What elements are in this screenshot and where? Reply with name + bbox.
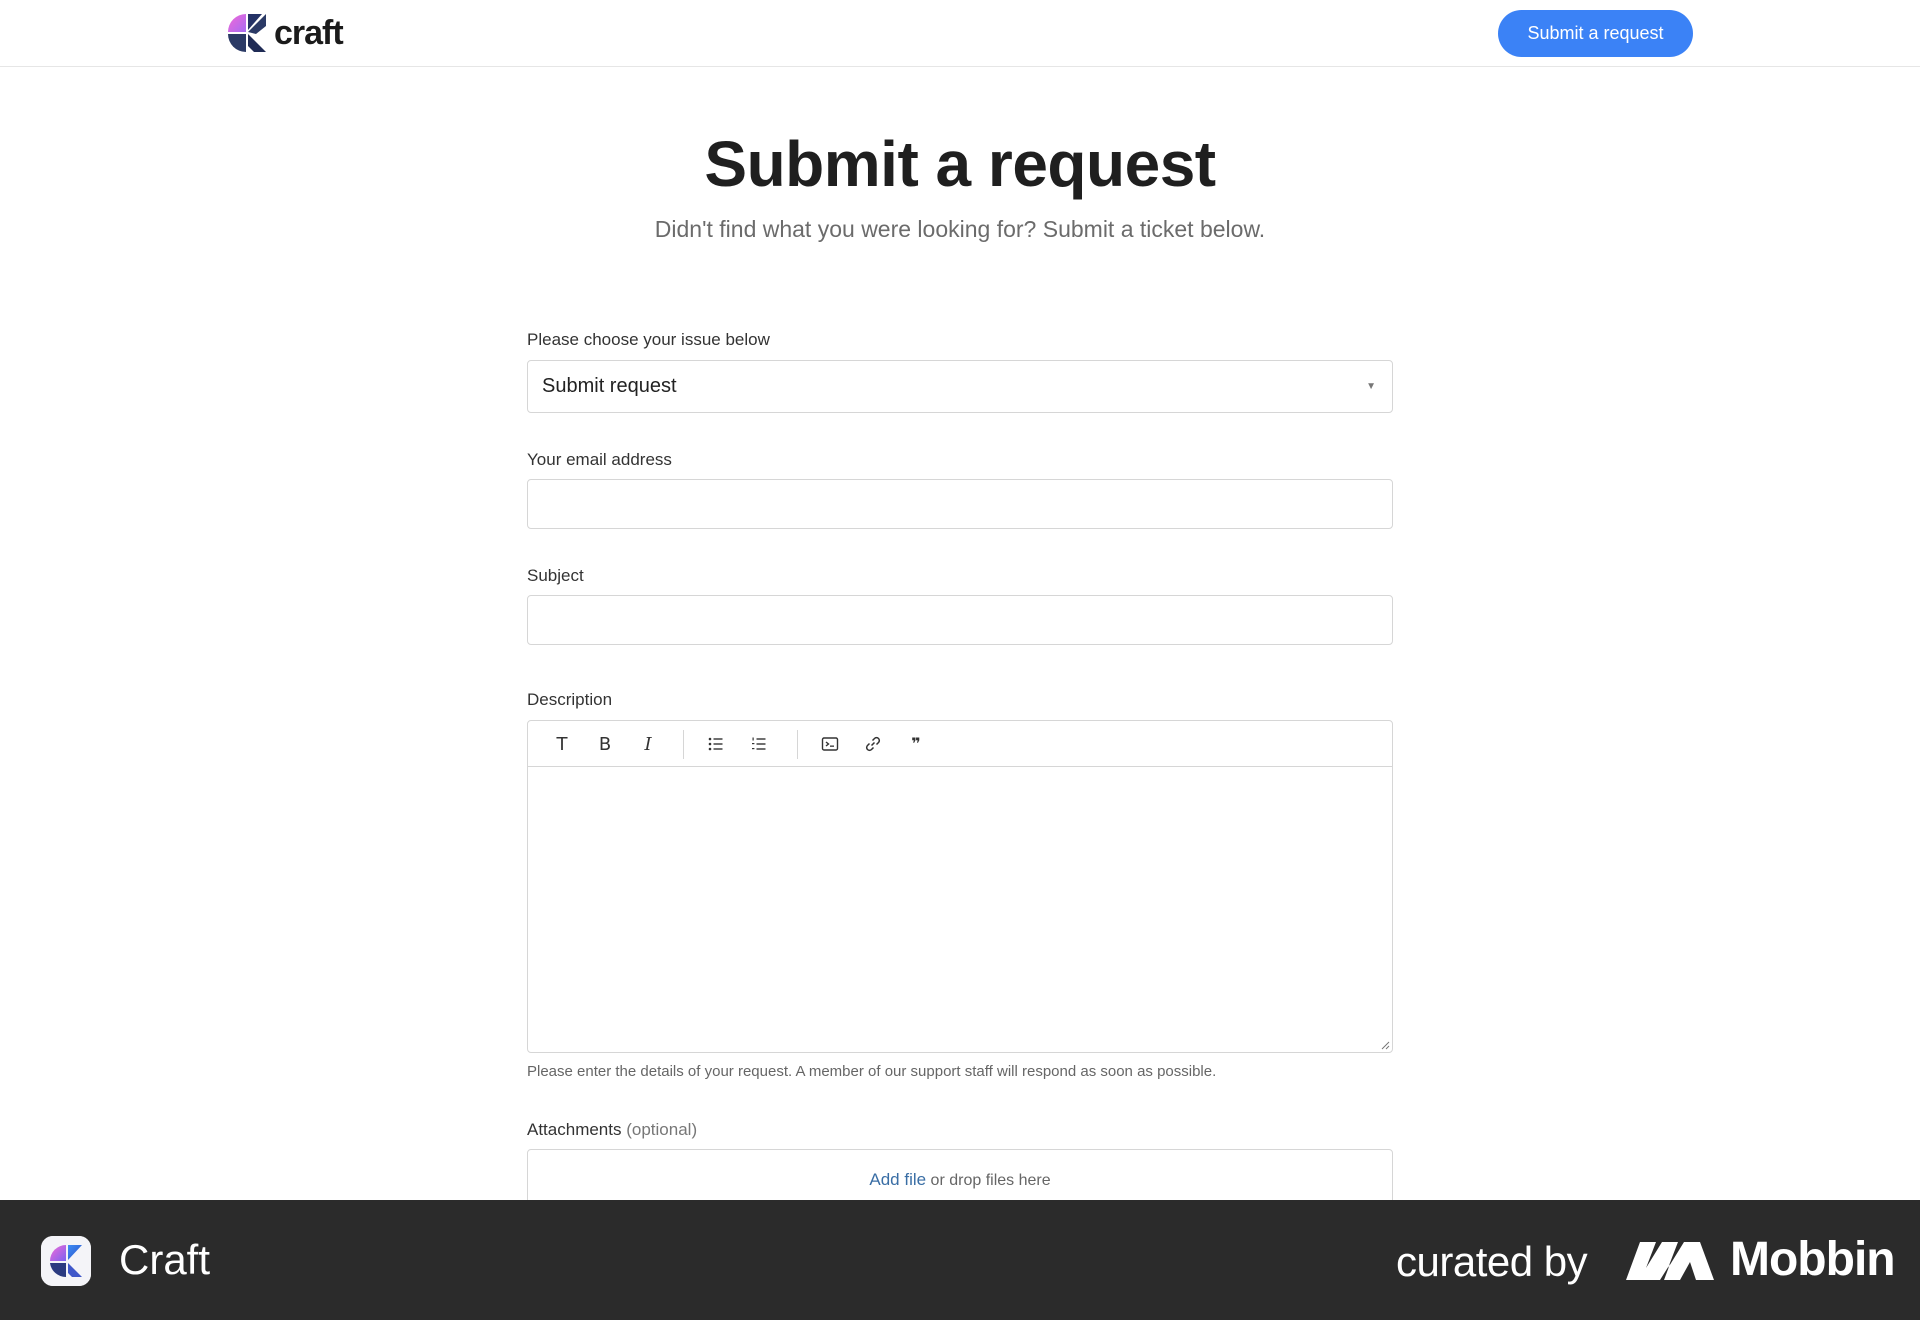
text-format-button[interactable]: T	[547, 729, 577, 759]
top-navigation-bar: craft Submit a request	[0, 0, 1920, 67]
text-icon: T	[556, 733, 568, 755]
email-label: Your email address	[527, 450, 672, 469]
resize-handle-icon[interactable]	[1380, 1040, 1390, 1050]
footer-app-name: Craft	[119, 1236, 211, 1283]
subject-label: Subject	[527, 566, 584, 585]
code-block-button[interactable]	[815, 729, 845, 759]
footer-bar: Craft curated by Mobbin	[0, 1200, 1920, 1320]
description-editor: T B I ❞	[527, 720, 1393, 1053]
curated-by-text: curated by	[1396, 1238, 1588, 1285]
bulleted-list-icon	[708, 737, 723, 751]
email-input[interactable]	[527, 479, 1393, 529]
issue-select[interactable]: Submit request ▼	[527, 360, 1393, 413]
issue-label: Please choose your issue below	[527, 330, 770, 349]
toolbar-divider	[797, 730, 798, 759]
description-textarea[interactable]	[528, 768, 1392, 1052]
italic-icon: I	[644, 733, 652, 755]
brand-name: craft	[274, 13, 344, 52]
issue-select-value: Submit request	[542, 375, 677, 397]
brand-logo-link[interactable]: craft	[226, 12, 344, 54]
drop-files-text: or drop files here	[930, 1172, 1051, 1189]
numbered-list-button[interactable]	[744, 729, 774, 759]
link-button[interactable]	[858, 729, 888, 759]
quote-icon: ❞	[911, 736, 921, 753]
subject-input[interactable]	[527, 595, 1393, 645]
bold-icon: B	[598, 733, 612, 755]
editor-toolbar: T B I ❞	[528, 721, 1392, 767]
caret-down-icon: ▼	[1366, 381, 1376, 392]
description-label: Description	[527, 690, 613, 709]
description-hint: Please enter the details of your request…	[527, 1063, 1217, 1080]
craft-app-icon	[41, 1236, 91, 1286]
submit-request-header-button[interactable]: Submit a request	[1498, 10, 1693, 57]
quote-button[interactable]: ❞	[901, 729, 931, 759]
code-block-icon	[821, 737, 839, 751]
italic-button[interactable]: I	[633, 729, 663, 759]
mobbin-logo-icon	[1626, 1242, 1714, 1280]
craft-logo-icon	[228, 14, 266, 52]
add-file-link[interactable]: Add file	[869, 1170, 926, 1189]
bold-button[interactable]: B	[590, 729, 620, 759]
page-title: Submit a request	[704, 128, 1216, 200]
attachments-label-text: Attachments	[527, 1120, 622, 1139]
attachments-label: Attachments (optional)	[527, 1120, 697, 1140]
bulleted-list-button[interactable]	[701, 729, 731, 759]
mobbin-wordmark: Mobbin	[1730, 1233, 1896, 1286]
link-icon	[865, 736, 881, 752]
numbered-list-icon	[752, 737, 766, 750]
page-subtitle: Didn't find what you were looking for? S…	[654, 216, 1266, 242]
toolbar-divider	[683, 730, 684, 759]
attachments-optional: (optional)	[626, 1120, 698, 1139]
